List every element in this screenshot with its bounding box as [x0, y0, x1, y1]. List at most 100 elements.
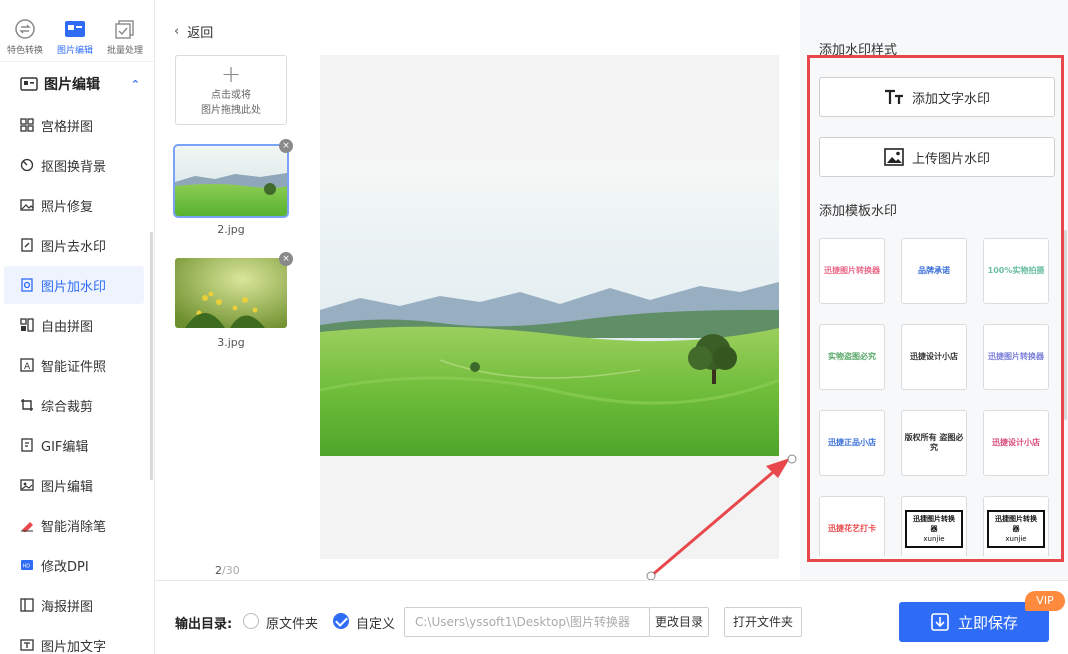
sidebar-item-label: 图片加文字	[41, 639, 107, 654]
sidebar-item-label: 修改DPI	[41, 559, 89, 575]
tab-feature-convert[interactable]: 特色转换	[0, 0, 50, 61]
photo-repair-icon	[20, 199, 34, 211]
sidebar-item-label: GIF编辑	[41, 439, 89, 455]
sidebar-item[interactable]: 综合裁剪	[4, 386, 144, 424]
upload-image-watermark-label: 上传图片水印	[911, 151, 990, 167]
thumbnail-filename: 3.jpg	[217, 336, 245, 349]
watermark-template[interactable]: 迅捷图片转换器 xunjie	[983, 496, 1049, 556]
remove-thumbnail-button[interactable]: ×	[279, 252, 293, 266]
template-text: 迅捷设计小店	[992, 438, 1040, 447]
template-text: 迅捷图片转换器	[913, 515, 955, 533]
thumbnail-flowers[interactable]	[175, 258, 287, 328]
template-text: 迅捷图片转换器	[988, 352, 1044, 361]
sidebar-scrollbar[interactable]	[150, 232, 153, 480]
sidebar-item[interactable]: 智能消除笔	[4, 506, 144, 544]
page-current: 2	[215, 564, 222, 577]
watermark-template[interactable]: 迅捷设计小店	[901, 324, 967, 390]
upload-image-watermark-button[interactable]: 上传图片水印	[819, 137, 1055, 177]
sidebar-item-label: 宫格拼图	[41, 119, 94, 135]
watermark-template[interactable]: 实物盗图必究	[819, 324, 885, 390]
pagination: 2/30	[215, 564, 240, 577]
sidebar-item[interactable]: GIF编辑	[4, 426, 144, 464]
sidebar-item[interactable]: A 智能证件照	[4, 346, 144, 384]
cutout-icon	[20, 158, 34, 172]
uploader-line2: 图片拖拽此处	[201, 105, 261, 116]
output-path-input[interactable]: C:\Users\yssoft1\Desktop\图片转换器	[404, 607, 650, 637]
sidebar-item[interactable]: 图片去水印	[4, 226, 144, 264]
plus-icon: +	[220, 60, 242, 88]
image-icon	[884, 148, 904, 166]
watermark-template[interactable]: 迅捷图片转换器	[983, 324, 1049, 390]
watermark-template[interactable]: 迅捷图片转换器	[819, 238, 885, 304]
watermark-template[interactable]: 品牌承诺	[901, 238, 967, 304]
sidebar-item[interactable]: 自由拼图	[4, 306, 144, 344]
convert-icon	[15, 19, 35, 39]
template-text: 版权所有 盗图必究	[904, 433, 964, 452]
add-text-watermark-button[interactable]: 添加文字水印	[819, 77, 1055, 117]
image-edit-icon	[20, 479, 34, 491]
svg-text:A: A	[24, 362, 31, 372]
watermark-template[interactable]: 100%实物拍摄	[983, 238, 1049, 304]
template-frame: 迅捷图片转换器 xunjie	[905, 510, 963, 548]
output-dir-label: 输出目录:	[175, 617, 233, 632]
panel-scrollbar[interactable]	[1064, 230, 1067, 420]
template-text: 迅捷图片转换器	[995, 515, 1037, 533]
dpi-icon: HD	[21, 560, 33, 570]
grid-icon	[20, 118, 34, 132]
watermark-template[interactable]: 迅捷花艺打卡	[819, 496, 885, 556]
radio-custom-folder[interactable]	[333, 613, 349, 629]
back-label: 返回	[187, 26, 214, 41]
template-text: 100%实物拍摄	[987, 266, 1045, 275]
vip-badge: VIP	[1025, 591, 1065, 611]
template-text: 迅捷花艺打卡	[828, 524, 876, 533]
sidebar-item[interactable]: 海报拼图	[4, 586, 144, 624]
chevron-left-icon: ‹	[174, 24, 180, 39]
template-text: 迅捷设计小店	[910, 352, 958, 361]
tab-batch[interactable]: 批量处理	[100, 0, 150, 61]
tab-image-edit[interactable]: 图片编辑	[50, 0, 100, 61]
template-subtext: xunjie	[923, 535, 945, 543]
sidebar-item-label: 自由拼图	[41, 319, 94, 335]
watermark-style-title: 添加水印样式	[819, 43, 898, 58]
sidebar-menu: 宫格拼图抠图换背景照片修复 图片去水印图片加水印自由拼图 A 智能证件照 综合裁剪 GIF…	[0, 106, 154, 654]
group-image-edit[interactable]: 图片编辑 ⌃	[0, 62, 154, 106]
sidebar-item[interactable]: 宫格拼图	[4, 106, 144, 144]
sidebar-item-label: 图片加水印	[41, 279, 107, 295]
watermark-template[interactable]: 迅捷图片转换器 xunjie	[901, 496, 967, 556]
template-grid: 迅捷图片转换器 品牌承诺 100%实物拍摄 实物盗图必究 迅捷设计小店 迅捷图片转换器 迅捷…	[819, 238, 1055, 556]
group-title: 图片编辑	[44, 77, 100, 93]
image-preview-area[interactable]	[320, 55, 779, 559]
sidebar-item[interactable]: 图片加水印	[4, 266, 144, 304]
crop-icon	[21, 399, 33, 411]
tab-label: 批量处理	[106, 46, 143, 56]
sidebar-item[interactable]: 抠图换背景	[4, 146, 144, 184]
tab-label: 图片编辑	[56, 46, 93, 56]
eraser-icon	[21, 522, 33, 532]
template-frame: 迅捷图片转换器 xunjie	[987, 510, 1045, 548]
template-watermark-title: 添加模板水印	[819, 204, 898, 219]
radio-original-folder[interactable]	[243, 613, 259, 629]
sidebar-item[interactable]: 照片修复	[4, 186, 144, 224]
sidebar-item[interactable]: HD 修改DPI	[4, 546, 144, 584]
poster-icon	[20, 598, 34, 612]
sidebar: 特色转换 图片编辑 批量处理 图片编辑 ⌃ 宫格拼图抠图换背景照片修复 图片去水印…	[0, 0, 155, 654]
open-folder-button[interactable]: 打开文件夹	[724, 607, 802, 637]
sidebar-item[interactable]: 图片编辑	[4, 466, 144, 504]
upload-dropzone[interactable]: + 点击或将 图片拖拽此处	[175, 55, 287, 125]
sidebar-item[interactable]: 图片加文字	[4, 626, 144, 654]
watermark-template[interactable]: 迅捷正品小店	[819, 410, 885, 476]
change-dir-button[interactable]: 更改目录	[649, 607, 709, 637]
remove-thumbnail-button[interactable]: ×	[279, 139, 293, 153]
tab-label: 特色转换	[6, 46, 43, 56]
thumbnail-landscape[interactable]	[173, 144, 289, 218]
sidebar-item-label: 图片编辑	[41, 479, 94, 495]
svg-text:HD: HD	[23, 564, 31, 570]
collage-icon	[20, 318, 34, 332]
back-button[interactable]: ‹ 返回	[174, 22, 213, 41]
sidebar-item-label: 抠图换背景	[41, 159, 107, 175]
watermark-template[interactable]: 迅捷设计小店	[983, 410, 1049, 476]
original-folder-label: 原文件夹	[266, 617, 319, 632]
watermark-template[interactable]: 版权所有 盗图必究	[901, 410, 967, 476]
gif-icon	[21, 438, 33, 452]
template-text: 品牌承诺	[918, 266, 950, 275]
